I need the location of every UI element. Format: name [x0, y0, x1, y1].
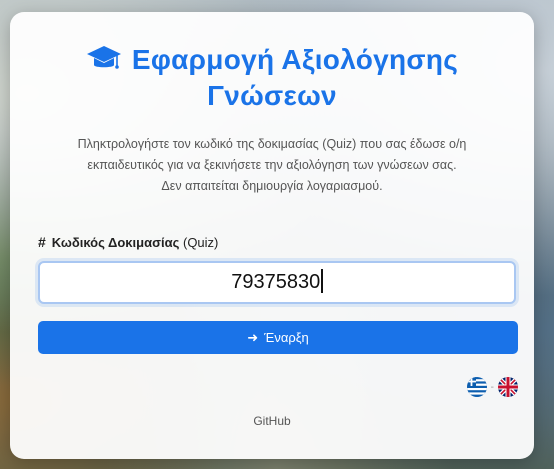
- language-separator: -: [490, 381, 494, 393]
- start-button-label: Έναρξη: [264, 330, 309, 345]
- language-switcher: -: [466, 377, 518, 397]
- uk-flag-icon[interactable]: [498, 377, 518, 397]
- quiz-code-label-bold: Κωδικός Δοκιμασίας: [51, 235, 180, 250]
- arrow-right-icon: ➜: [247, 330, 259, 345]
- graduation-cap-icon: [86, 46, 121, 69]
- greek-flag-icon[interactable]: [466, 377, 487, 397]
- start-button[interactable]: ➜ Έναρξη: [38, 321, 518, 354]
- title-line-1: Εφαρμογή Αξιολόγησης: [131, 44, 459, 75]
- title-line-2: Γνώσεων: [207, 80, 337, 111]
- quiz-code-input[interactable]: 79375830: [38, 261, 516, 304]
- quiz-code-value: 79375830: [231, 271, 321, 293]
- quiz-code-label-suffix: (Quiz): [182, 235, 219, 250]
- quiz-entry-card: Εφαρμογή Αξιολόγησης Γνώσεων Πληκτρολογή…: [10, 12, 534, 459]
- hash-icon: #: [38, 234, 46, 250]
- text-caret: [321, 269, 323, 293]
- quiz-code-label: # Κωδικός Δοκιμασίας (Quiz): [38, 234, 218, 250]
- github-link[interactable]: GitHub: [10, 414, 534, 428]
- page-title: Εφαρμογή Αξιολόγησης Γνώσεων: [10, 42, 534, 114]
- description-line-1: Πληκτρολογήστε τον κωδικό της δοκιμασίας…: [77, 137, 467, 151]
- description: Πληκτρολογήστε τον κωδικό της δοκιμασίας…: [40, 134, 504, 197]
- description-line-3: Δεν απαιτείται δημιουργία λογαριασμού.: [161, 179, 383, 193]
- description-line-2: εκπαιδευτικός για να ξεκινήσετε την αξιο…: [87, 158, 457, 172]
